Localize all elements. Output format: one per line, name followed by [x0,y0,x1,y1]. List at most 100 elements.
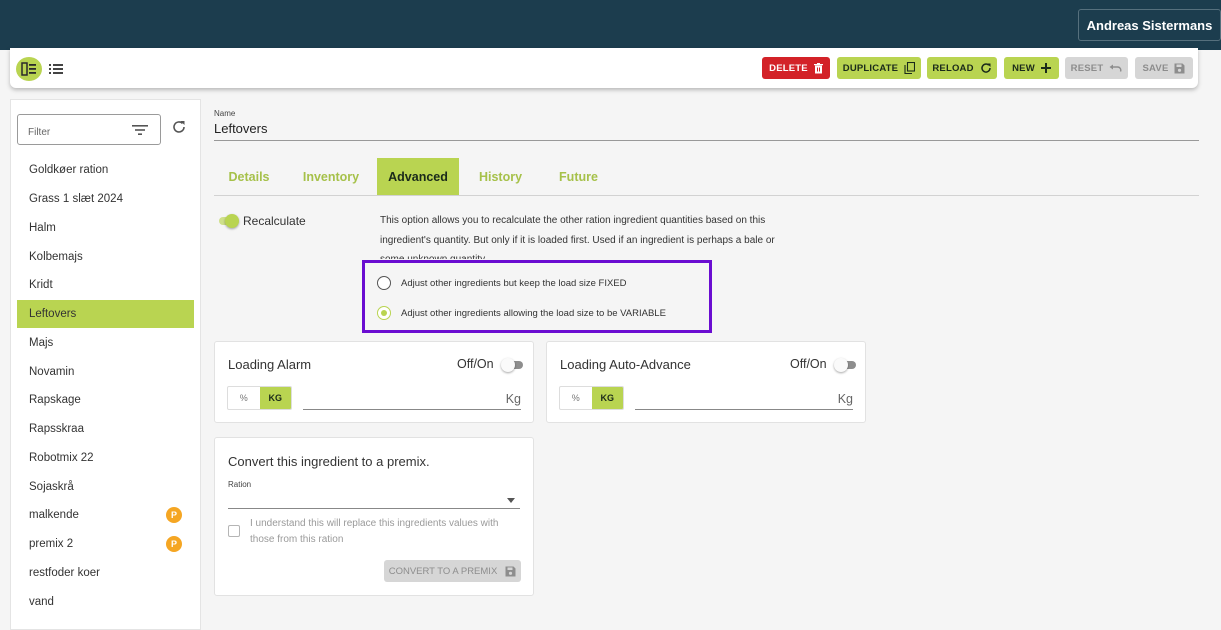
sidebar-item-label: Goldkøer ration [29,164,109,176]
premix-badge: P [166,507,182,523]
convert-to-premix-button[interactable]: CONVERT TO A PREMIX [384,560,521,582]
loading-alarm-unit-toggle: % KG [227,386,292,410]
list-view-icon [49,64,63,74]
sidebar-item-restfoder-koer[interactable]: restfoder koer [17,559,194,587]
unit-kg-button[interactable]: KG [591,387,623,409]
unit-percent-button[interactable]: % [560,387,592,409]
filter-placeholder: Filter [28,127,51,138]
tab-advanced[interactable]: Advanced [377,158,459,195]
tab-future[interactable]: Future [545,158,612,195]
user-menu-button[interactable]: Andreas Sistermans [1078,9,1221,41]
sidebar-item-novamin[interactable]: Novamin [17,358,194,386]
sidebar-item-label: Kolbemajs [29,251,83,263]
name-field-label: Name [214,109,236,118]
sidebar-item-label: vand [29,596,54,608]
option-variable-radio[interactable]: Adjust other ingredients allowing the lo… [377,306,666,320]
plus-icon [1040,63,1051,73]
sidebar-item-label: Rapskage [29,394,81,406]
kg-suffix: Kg [837,392,853,406]
loading-alarm-title: Loading Alarm [228,357,312,372]
unit-percent-button[interactable]: % [228,387,260,409]
sidebar-item-grass-1-slaet-2024[interactable]: Grass 1 slæt 2024 [17,185,194,213]
tab-inventory[interactable]: Inventory [292,158,370,195]
sidebar-item-kridt[interactable]: Kridt [17,271,194,299]
sidebar-item-halm[interactable]: Halm [17,214,194,242]
recalculate-label: Recalculate [243,214,306,228]
highlight-annotation-box [362,260,712,333]
loading-auto-advance-unit-toggle: % KG [559,386,624,410]
list-view-button[interactable] [43,57,69,81]
ration-select[interactable] [228,490,520,509]
sidebar-item-label: Rapsskraa [29,423,84,435]
filter-input[interactable]: Filter [17,114,161,145]
toggle-knob [225,214,239,228]
sidebar-item-sojaskra[interactable]: Sojaskrå [17,473,194,501]
loading-auto-advance-kg-input[interactable]: Kg [635,390,853,410]
understand-checkbox[interactable] [228,525,240,537]
split-view-button[interactable] [16,57,42,81]
sidebar-item-label: Grass 1 slæt 2024 [29,193,123,205]
sidebar-item-label: malkende [29,509,79,521]
trash-icon [813,62,823,73]
sidebar-item-rapsskraa[interactable]: Rapsskraa [17,415,194,443]
loading-auto-advance-toggle[interactable] [834,358,856,372]
sidebar-item-malkende[interactable]: malkende P [17,501,194,529]
sidebar-item-rapskage[interactable]: Rapskage [17,386,194,414]
name-field-underline [214,140,1199,141]
tab-details[interactable]: Details [214,158,284,195]
sidebar-item-premix-2[interactable]: premix 2 P [17,530,194,558]
sidebar-item-goldkoer-ration[interactable]: Goldkøer ration [17,156,194,184]
duplicate-button[interactable]: DUPLICATE [837,57,921,79]
split-view-icon [21,62,36,76]
unit-kg-button[interactable]: KG [259,387,291,409]
delete-button[interactable]: DELETE [762,57,830,79]
reset-label: RESET [1070,62,1104,74]
tab-history[interactable]: History [467,158,534,195]
duplicate-label: DUPLICATE [842,62,899,74]
save-button[interactable]: SAVE [1135,57,1193,79]
refresh-icon[interactable] [172,120,186,134]
loading-auto-advance-offon-label: Off/On [790,357,827,371]
action-toolbar: DELETE DUPLICATE RELOAD NEW RESET SAVE [10,48,1198,88]
premix-badge: P [166,536,182,552]
ingredient-sidebar: Filter Goldkøer ration Grass 1 slæt 2024… [10,99,201,630]
sidebar-item-kolbemajs[interactable]: Kolbemajs [17,243,194,271]
tab-divider [214,195,1199,196]
sidebar-item-label: Novamin [29,366,75,378]
sidebar-item-label: Robotmix 22 [29,452,94,464]
sidebar-item-leftovers[interactable]: Leftovers [17,300,194,328]
kg-suffix: Kg [505,392,521,406]
sidebar-item-label: Halm [29,222,56,234]
reset-button[interactable]: RESET [1065,57,1128,79]
understand-checkbox-label: I understand this will replace this ingr… [250,518,499,545]
sidebar-item-vand[interactable]: vand [17,588,194,616]
loading-alarm-offon-label: Off/On [457,357,494,371]
sidebar-item-majs[interactable]: Majs [17,329,194,357]
new-label: NEW [1012,62,1035,74]
top-bar: Andreas Sistermans [0,0,1221,50]
sidebar-item-label: restfoder koer [29,567,100,579]
reload-button[interactable]: RELOAD [927,57,997,79]
save-icon [505,566,516,576]
filter-icon[interactable] [132,124,148,136]
option-variable-label: Adjust other ingredients allowing the lo… [401,307,666,319]
sidebar-item-label: Leftovers [29,308,77,320]
sidebar-item-robotmix-22[interactable]: Robotmix 22 [17,444,194,472]
new-button[interactable]: NEW [1004,57,1059,79]
sidebar-item-label: Majs [29,337,54,349]
premix-title: Convert this ingredient to a premix. [228,454,430,469]
chevron-down-icon [507,498,515,503]
recalculate-description: This option allows you to recalculate th… [380,215,775,259]
loading-alarm-kg-input[interactable]: Kg [303,390,521,410]
loading-alarm-toggle[interactable] [501,358,523,372]
loading-alarm-card: Loading Alarm Off/On % KG Kg [214,341,534,423]
save-icon [1174,63,1185,73]
sidebar-item-label: premix 2 [29,538,74,550]
ration-label: Ration [228,480,252,489]
radio-unchecked-icon [377,276,391,290]
loading-auto-advance-title: Loading Auto-Advance [560,357,691,372]
reload-label: RELOAD [932,62,974,74]
name-field[interactable]: Leftovers [214,121,267,136]
recalculate-toggle[interactable] [217,214,239,228]
option-fixed-radio[interactable]: Adjust other ingredients but keep the lo… [377,276,627,290]
